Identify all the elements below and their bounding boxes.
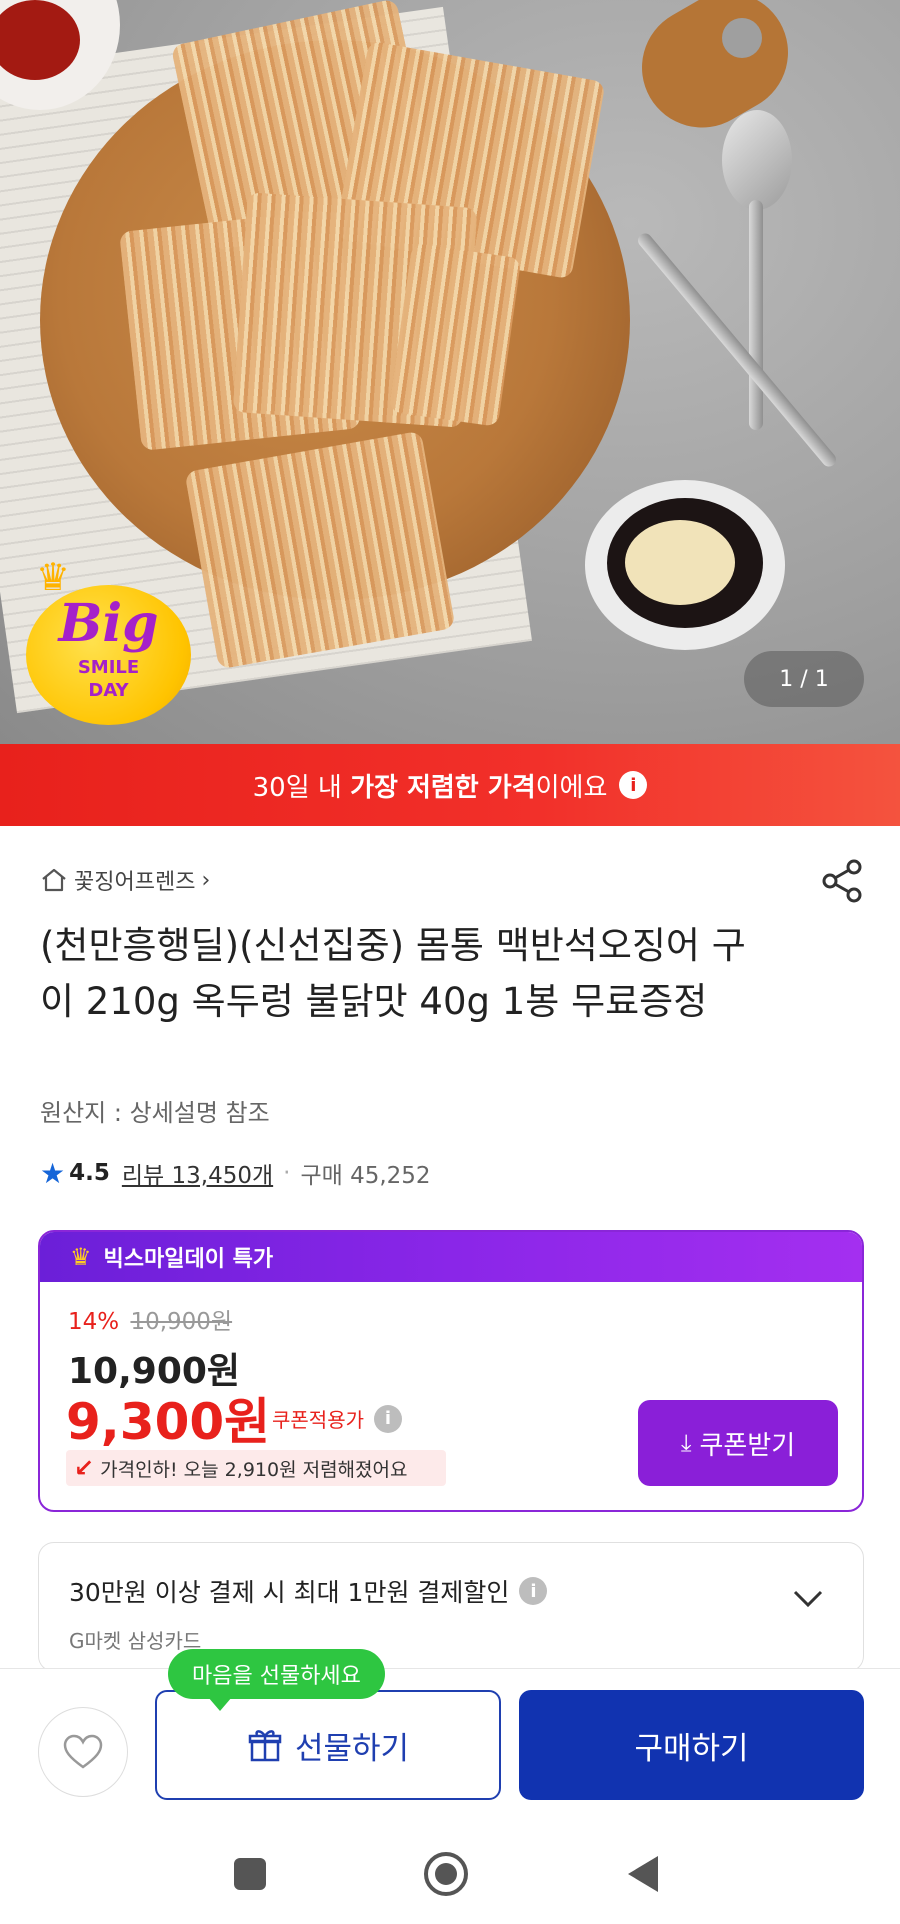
seller-link[interactable]: 꽃징어프렌즈 › — [40, 864, 210, 896]
deal-header-label: 빅스마일데이 특가 — [103, 1247, 274, 1272]
separator: · — [283, 1160, 291, 1186]
banner-prefix: 30일 내 — [252, 772, 351, 803]
product-title: (천만흥행딜)(신선집중) 몸통 맥반석오징어 구이 210g 옥두렁 불닭맛 … — [40, 924, 746, 1023]
coupon-price-label: 쿠폰적용가 i — [272, 1404, 402, 1433]
spoon-stem — [749, 200, 763, 430]
share-icon[interactable] — [820, 858, 866, 904]
star-icon: ★ — [40, 1156, 66, 1190]
crown-icon: ♛ — [70, 1243, 92, 1271]
product-origin: 원산지 : 상세설명 참조 — [40, 1099, 270, 1127]
spoon — [722, 110, 792, 210]
coupon-label-text: 쿠폰적용가 — [272, 1408, 364, 1432]
home-button-icon[interactable] — [424, 1852, 468, 1896]
rating-row: ★ 4.5 리뷰 13,450개 · 구매 45,252 — [40, 1156, 431, 1190]
banner-highlight: 가장 저렴한 가격 — [350, 772, 536, 803]
image-counter: 1 / 1 — [744, 651, 864, 707]
gift-icon — [248, 1730, 282, 1762]
review-link[interactable]: 리뷰 13,450개 — [122, 1156, 273, 1190]
card-discount-promo[interactable]: 30만원 이상 결제 시 최대 1만원 결제할인 i G마켓 삼성카드 — [38, 1542, 864, 1672]
squid-piece — [388, 243, 522, 427]
badge-word: Big — [58, 593, 159, 654]
buy-button[interactable]: 구매하기 — [519, 1690, 864, 1800]
discount-percent: 14% — [68, 1309, 120, 1335]
deal-box: ♛ 빅스마일데이 특가 14% 10,900원 10,900원 9,300원 쿠… — [38, 1230, 864, 1512]
chevron-right-icon: › — [201, 867, 211, 893]
gift-label: 선물하기 — [294, 1730, 410, 1767]
big-smile-day-badge: Big SMILE DAY — [26, 585, 191, 725]
wishlist-button[interactable] — [38, 1707, 128, 1797]
lowest-price-banner[interactable]: 30일 내 가장 저렴한 가격 이에요 i — [0, 744, 900, 826]
back-icon[interactable] — [628, 1856, 658, 1892]
get-coupon-button[interactable]: ⤓ 쿠폰받기 — [638, 1400, 838, 1486]
badge-line2: DAY — [88, 680, 129, 701]
price-drop-notice: ↙ 가격인하! 오늘 2,910원 저렴해졌어요 — [66, 1450, 446, 1486]
info-icon[interactable]: i — [619, 771, 648, 799]
product-image[interactable]: ♛ Big SMILE DAY 1 / 1 — [0, 0, 900, 744]
get-coupon-label: 쿠폰받기 — [699, 1430, 796, 1461]
chevron-down-icon[interactable] — [791, 1583, 825, 1613]
card-promo-text: 30만원 이상 결제 시 최대 1만원 결제할인 — [69, 1578, 510, 1607]
dip-bowl — [585, 480, 785, 650]
rating-value: 4.5 — [69, 1160, 110, 1186]
fork — [635, 230, 839, 470]
card-promo-line1: 30만원 이상 결제 시 최대 1만원 결제할인 i — [69, 1573, 548, 1609]
price-drop-text: 가격인하! 오늘 2,910원 저렴해졌어요 — [100, 1458, 408, 1481]
deal-header: ♛ 빅스마일데이 특가 — [40, 1232, 862, 1282]
info-icon[interactable]: i — [374, 1404, 402, 1433]
price-down-arrow-icon: ↙ — [74, 1454, 95, 1482]
discount-row: 14% 10,900원 — [68, 1302, 232, 1336]
coupon-price: 9,300원 — [66, 1393, 271, 1451]
purchase-count: 구매 45,252 — [300, 1163, 431, 1189]
system-nav-bar — [0, 1838, 900, 1924]
recent-apps-icon[interactable] — [234, 1858, 266, 1890]
bottom-action-bar: 선물하기 마음을 선물하세요 구매하기 — [0, 1649, 900, 1838]
badge-line1: SMILE — [77, 657, 140, 678]
download-icon: ⤓ — [680, 1429, 692, 1457]
heart-icon — [63, 1734, 103, 1769]
gift-button[interactable]: 선물하기 — [155, 1690, 501, 1800]
seller-name: 꽃징어프렌즈 — [74, 870, 196, 895]
banner-suffix: 이에요 — [535, 772, 608, 803]
card-promo-line2: G마켓 삼성카드 — [69, 1629, 202, 1653]
info-icon[interactable]: i — [519, 1577, 548, 1605]
gift-tooltip: 마음을 선물하세요 — [168, 1649, 385, 1711]
board-hole — [722, 18, 762, 58]
squid-piece — [184, 430, 456, 670]
original-price: 10,900원 — [130, 1309, 233, 1335]
home-icon — [42, 868, 66, 892]
